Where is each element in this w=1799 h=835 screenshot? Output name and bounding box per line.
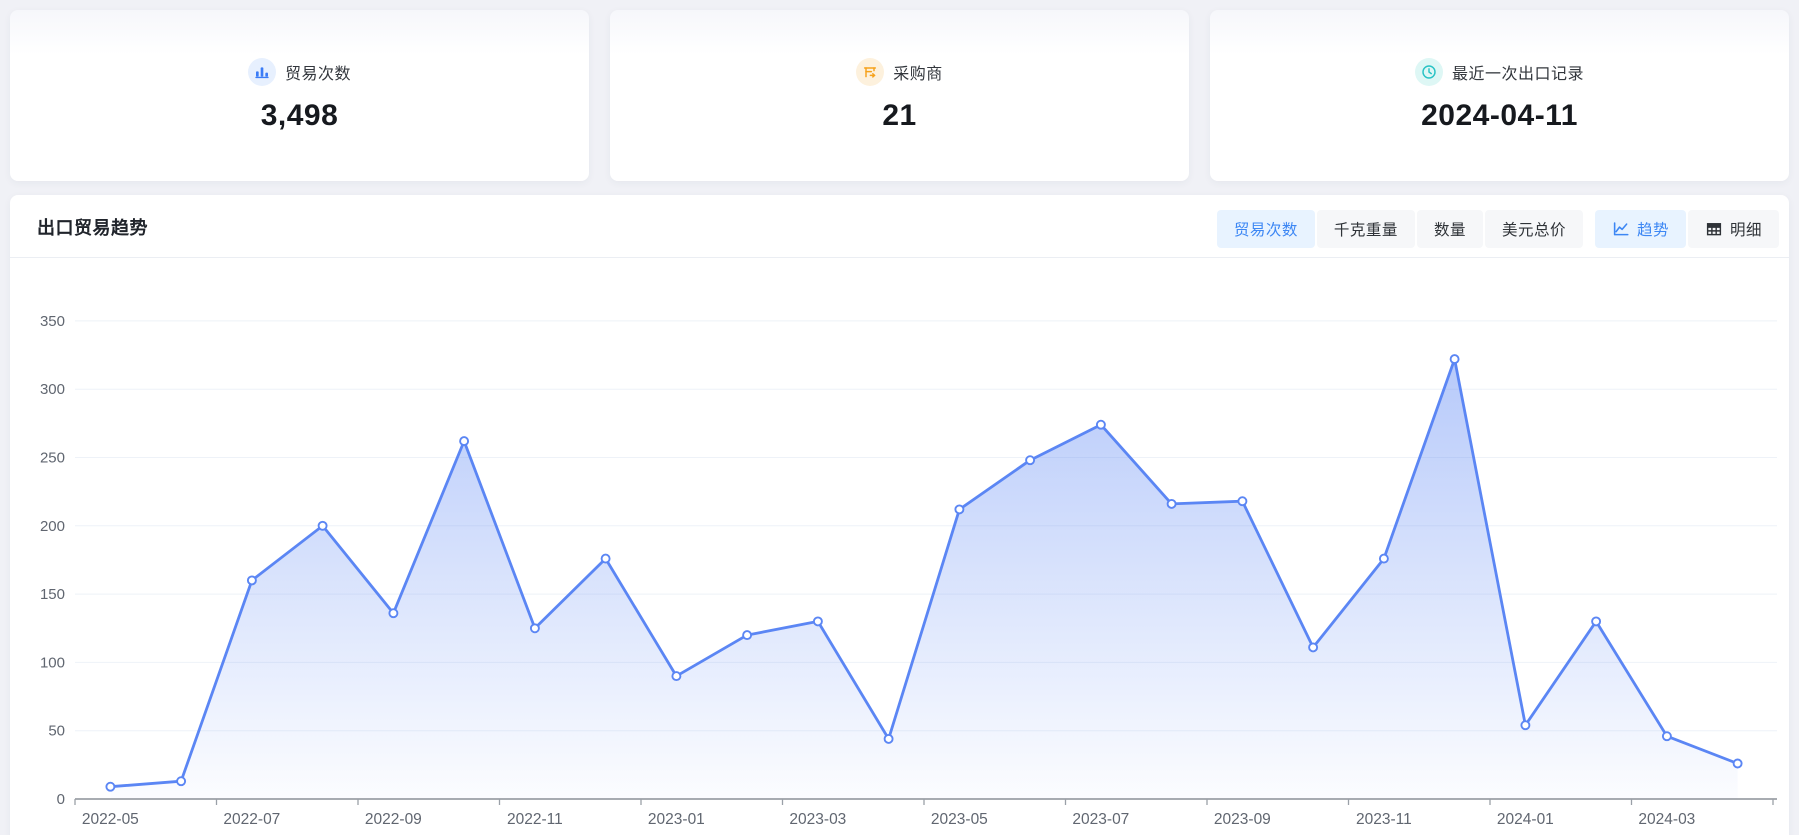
data-point[interactable] — [531, 624, 539, 632]
y-axis-label: 50 — [48, 723, 65, 740]
y-axis-labels: 0 50 100 150 200 250 300 350 — [40, 313, 65, 808]
stat-card-label: 最近一次出口记录 — [1452, 60, 1584, 84]
x-axis — [75, 799, 1777, 805]
data-point[interactable] — [885, 735, 893, 743]
stat-card-purchasers: 采购商 21 — [610, 10, 1189, 181]
data-point[interactable] — [460, 437, 468, 445]
data-point[interactable] — [1521, 721, 1529, 729]
metric-tab-kg-weight[interactable]: 千克重量 — [1317, 210, 1415, 248]
metric-tabs-group: 贸易次数 千克重量 数量 美元总价 — [1217, 210, 1583, 248]
data-point[interactable] — [1734, 760, 1742, 768]
data-point[interactable] — [389, 609, 397, 617]
view-tab-trend[interactable]: 趋势 — [1595, 210, 1686, 248]
data-point[interactable] — [1097, 421, 1105, 429]
stat-card-header: 采购商 — [856, 58, 943, 86]
x-axis-label: 2022-09 — [365, 811, 422, 828]
view-tab-label: 明细 — [1730, 218, 1762, 240]
data-point[interactable] — [814, 617, 822, 625]
data-point[interactable] — [1451, 355, 1459, 363]
data-point[interactable] — [106, 783, 114, 791]
data-point[interactable] — [955, 505, 963, 513]
data-point[interactable] — [1168, 500, 1176, 508]
y-axis-label: 0 — [57, 791, 65, 808]
x-axis-label: 2023-11 — [1356, 811, 1412, 828]
y-axis-label: 100 — [40, 654, 65, 671]
data-point[interactable] — [602, 555, 610, 563]
trend-panel: 出口贸易趋势 贸易次数 千克重量 数量 美元总价 趋势 明细 0 50 100 150 200 2… — [10, 195, 1789, 835]
view-tab-label: 趋势 — [1637, 218, 1669, 240]
metric-tab-label: 美元总价 — [1502, 218, 1566, 240]
metric-tab-label: 数量 — [1434, 218, 1466, 240]
x-axis-label: 2024-01 — [1497, 811, 1554, 828]
data-point[interactable] — [319, 522, 327, 530]
line-chart-icon — [1612, 220, 1630, 238]
metric-tab-usd-total[interactable]: 美元总价 — [1485, 210, 1583, 248]
metric-tab-quantity[interactable]: 数量 — [1417, 210, 1483, 248]
stat-card-label: 贸易次数 — [285, 60, 351, 84]
stat-card-label: 采购商 — [893, 60, 943, 84]
stat-card-trade-count: 贸易次数 3,498 — [10, 10, 589, 181]
stat-card-header: 贸易次数 — [248, 58, 351, 86]
data-point[interactable] — [672, 672, 680, 680]
chart-box: 0501001502002503003502022-052022-072022-… — [10, 259, 1789, 835]
metric-tab-label: 千克重量 — [1334, 218, 1398, 240]
x-axis-label: 2022-07 — [223, 811, 280, 828]
x-axis-label: 2023-09 — [1214, 811, 1271, 828]
x-axis-labels: 2022-05 2022-07 2022-09 2022-11 2023-01 2023-… — [82, 811, 1695, 828]
x-axis-label: 2022-11 — [507, 811, 563, 828]
x-axis-label: 2023-05 — [931, 811, 988, 828]
table-icon — [1705, 220, 1723, 238]
data-point[interactable] — [248, 576, 256, 584]
view-tab-detail[interactable]: 明细 — [1688, 210, 1779, 248]
series-area — [110, 359, 1737, 799]
data-point[interactable] — [1309, 643, 1317, 651]
stat-card-header: 最近一次出口记录 — [1415, 58, 1584, 86]
x-axis-label: 2023-01 — [648, 811, 705, 828]
x-axis-label: 2023-07 — [1072, 811, 1129, 828]
x-axis-label: 2022-05 — [82, 811, 139, 828]
data-point[interactable] — [1592, 617, 1600, 625]
trend-area-chart: 0501001502002503003502022-052022-072022-… — [10, 259, 1789, 835]
panel-title: 出口贸易趋势 — [37, 195, 148, 258]
y-axis-label: 350 — [40, 313, 65, 330]
x-axis-label: 2023-03 — [789, 811, 846, 828]
data-point[interactable] — [1026, 456, 1034, 464]
data-point[interactable] — [1380, 555, 1388, 563]
data-point[interactable] — [743, 631, 751, 639]
data-point[interactable] — [177, 777, 185, 785]
metric-tab-label: 贸易次数 — [1234, 218, 1298, 240]
stat-card-value: 2024-04-11 — [1421, 99, 1578, 133]
page-background: { "stat_cards": [ { "label": "贸易次数", "va… — [0, 0, 1799, 835]
y-axis-label: 300 — [40, 381, 65, 398]
x-axis-label: 2024-03 — [1638, 811, 1695, 828]
data-point[interactable] — [1238, 497, 1246, 505]
stat-card-value: 3,498 — [261, 99, 339, 133]
y-axis-label: 200 — [40, 518, 65, 535]
tabs-wrap: 贸易次数 千克重量 数量 美元总价 趋势 明细 — [1217, 210, 1779, 248]
metric-tab-trade-count[interactable]: 贸易次数 — [1217, 210, 1315, 248]
stat-card-value: 21 — [882, 99, 916, 133]
y-axis-label: 150 — [40, 586, 65, 603]
trend-panel-header: 出口贸易趋势 贸易次数 千克重量 数量 美元总价 趋势 明细 — [10, 195, 1789, 258]
y-axis-label: 250 — [40, 450, 65, 467]
bar-chart-icon — [248, 58, 276, 86]
data-point[interactable] — [1663, 732, 1671, 740]
clock-icon — [1415, 58, 1443, 86]
stat-card-latest-export: 最近一次出口记录 2024-04-11 — [1210, 10, 1789, 181]
store-icon — [856, 58, 884, 86]
view-tabs-group: 趋势 明细 — [1595, 210, 1779, 248]
stat-cards-row: 贸易次数 3,498 采购商 21 — [10, 10, 1789, 181]
